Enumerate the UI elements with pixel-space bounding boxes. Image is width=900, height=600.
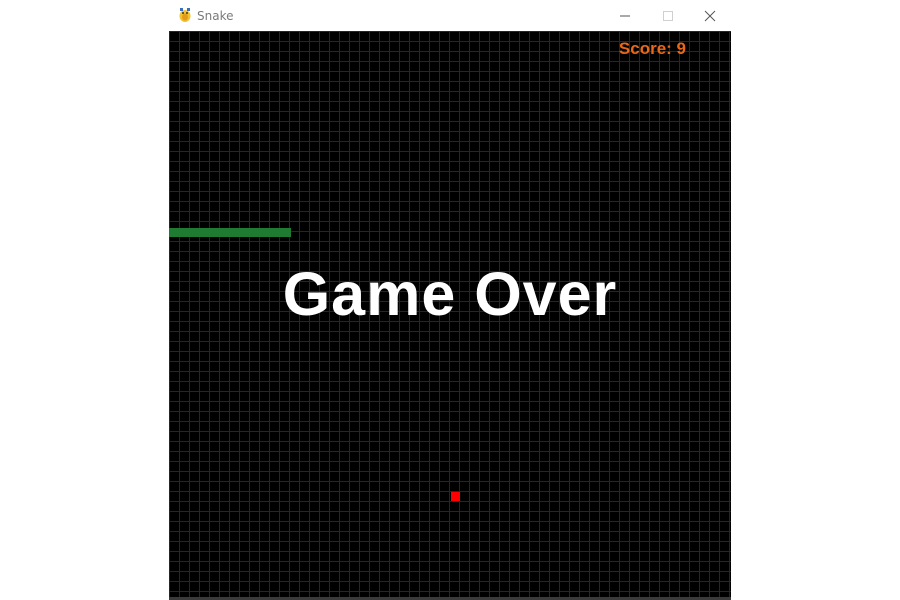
score-label: Score: 9 xyxy=(618,39,686,58)
close-icon xyxy=(704,10,716,22)
close-button[interactable] xyxy=(688,0,732,31)
maximize-button[interactable] xyxy=(646,0,690,31)
game-window: Snake Score: 9 Game Over xyxy=(169,0,731,600)
minimize-button[interactable] xyxy=(603,0,647,31)
window-title: Snake xyxy=(197,9,234,23)
minimize-icon xyxy=(620,15,630,17)
maximize-icon xyxy=(663,11,673,21)
pygame-snake-icon xyxy=(177,7,193,23)
food-pellet xyxy=(451,492,460,501)
title-bar[interactable]: Snake xyxy=(169,0,731,31)
snake-body xyxy=(169,228,291,237)
game-board[interactable]: Score: 9 Game Over xyxy=(169,31,731,600)
game-over-message: Game Over xyxy=(282,260,618,328)
